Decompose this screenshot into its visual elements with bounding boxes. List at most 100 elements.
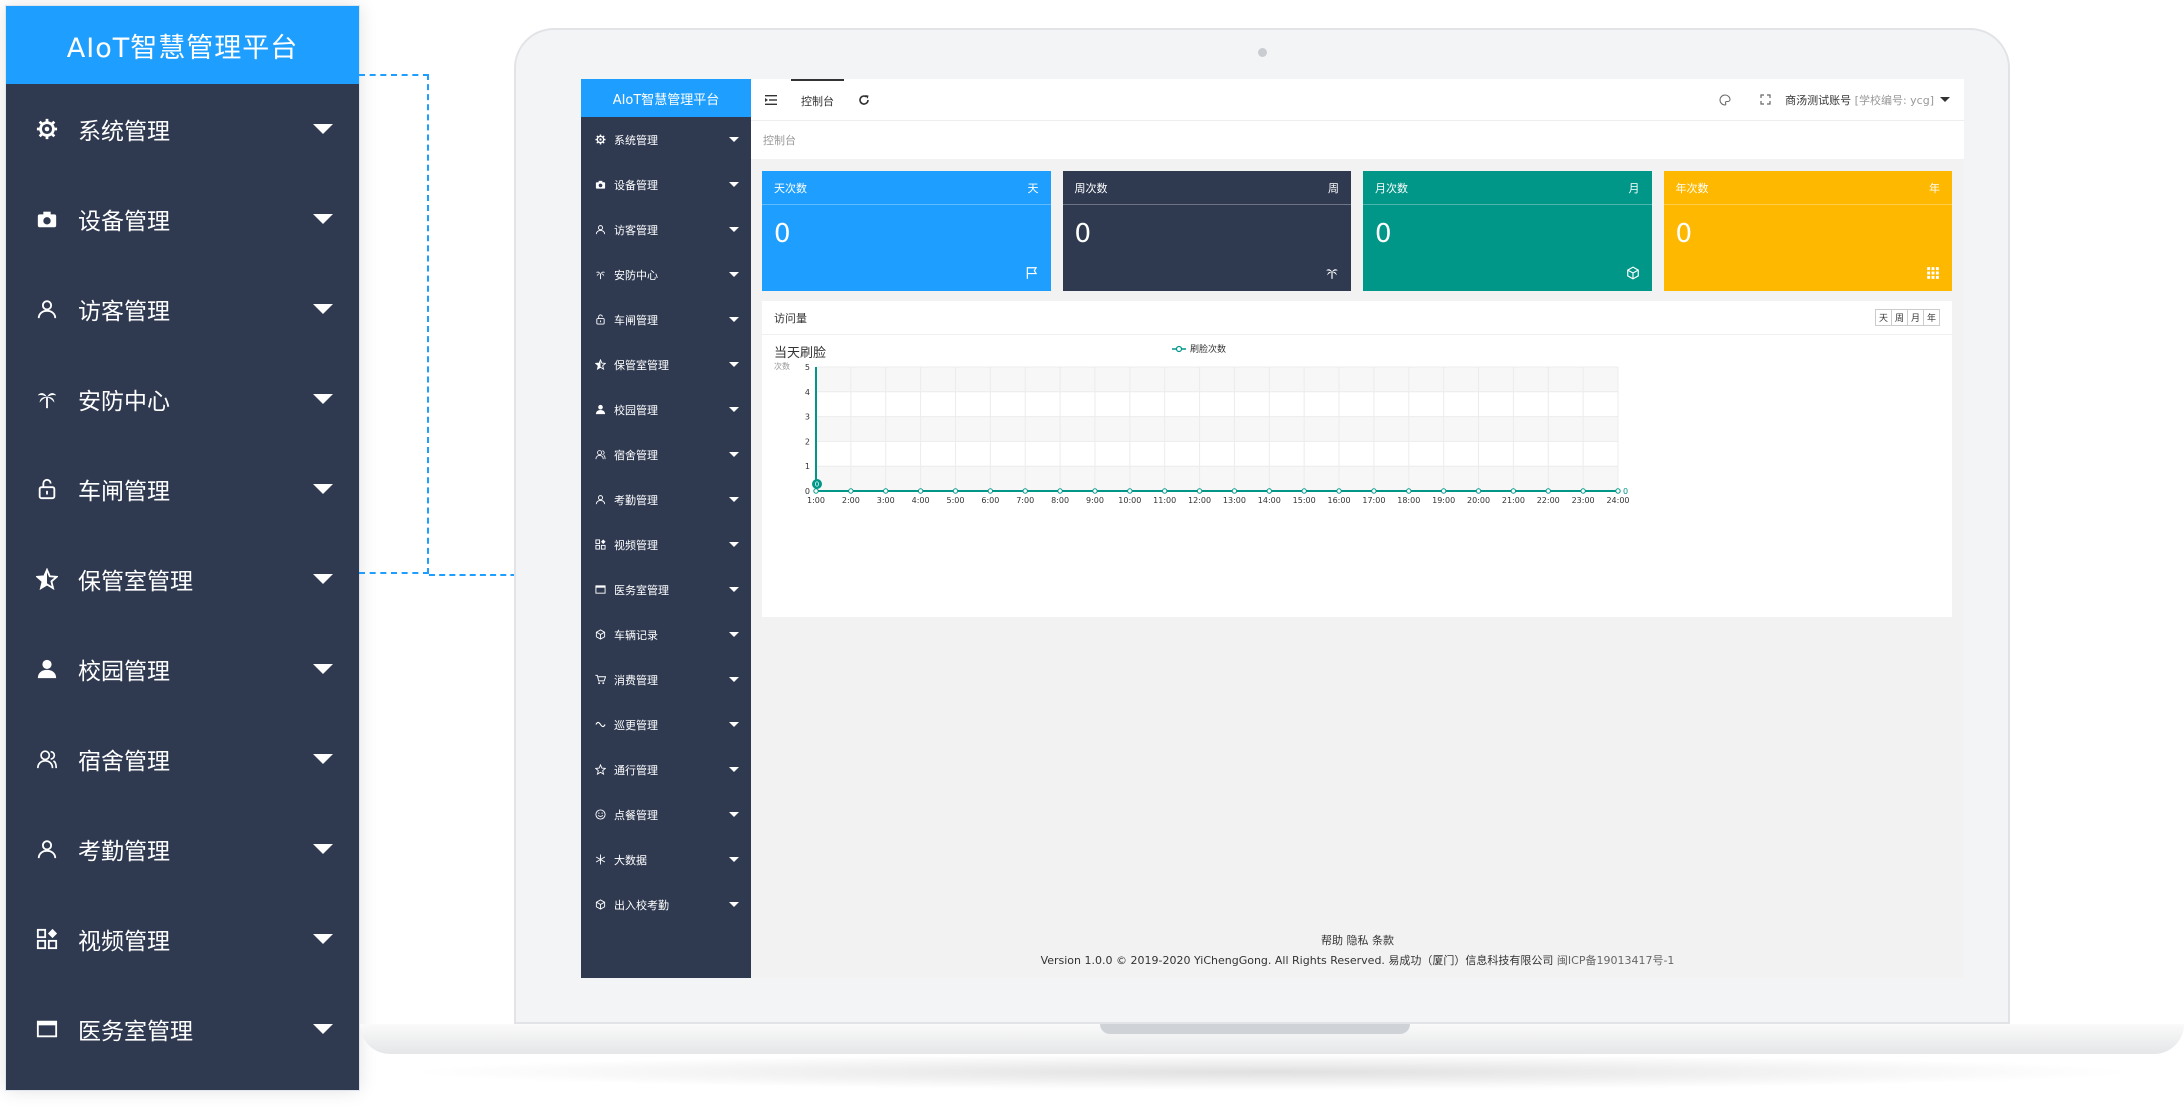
card-icon xyxy=(36,1018,58,1040)
icp-link[interactable]: 闽ICP备19013417号-1 xyxy=(1557,954,1675,967)
zoomed-sidebar-item[interactable]: 宿舍管理 xyxy=(6,714,359,804)
gear-icon xyxy=(595,134,606,145)
zoomed-sidebar-item-label: 访客管理 xyxy=(78,299,170,325)
chevron-down-icon xyxy=(313,394,333,404)
zoomed-sidebar-item-label: 安防中心 xyxy=(78,389,170,415)
sidebar-item[interactable]: 医务室管理 xyxy=(581,567,751,612)
sidebar-item[interactable]: 保管室管理 xyxy=(581,342,751,387)
menu-toggle-button[interactable] xyxy=(751,79,791,121)
footer-copyright: Version 1.0.0 © 2019-2020 YiChengGong. A… xyxy=(751,952,1964,968)
route-icon xyxy=(595,719,606,730)
x-tick-label: 3:00 xyxy=(877,496,895,505)
range-tab[interactable]: 月 xyxy=(1906,309,1924,326)
stat-card-value: 0 xyxy=(1375,219,1392,249)
range-tab[interactable]: 年 xyxy=(1922,309,1940,326)
x-tick-label: 13:00 xyxy=(1223,496,1246,505)
zoomed-sidebar-item[interactable]: 校园管理 xyxy=(6,624,359,714)
sidebar-item[interactable]: 考勤管理 xyxy=(581,477,751,522)
sidebar-item[interactable]: 通行管理 xyxy=(581,747,751,792)
data-point xyxy=(1161,488,1168,494)
data-point xyxy=(1196,488,1203,494)
user-icon xyxy=(595,224,606,235)
fullscreen-button[interactable] xyxy=(1745,79,1785,121)
sidebar-item-label: 点餐管理 xyxy=(614,808,658,822)
refresh-button[interactable] xyxy=(844,79,884,121)
sidebar: AIoT智慧管理平台 系统管理 设备管理 访客管理 安防中心 车闸管理 保管室管… xyxy=(581,79,751,978)
palette-icon xyxy=(1719,93,1731,106)
users-icon xyxy=(595,449,606,460)
zoomed-sidebar-item[interactable]: 访客管理 xyxy=(6,264,359,354)
sidebar-item[interactable]: 车辆记录 xyxy=(581,612,751,657)
zoomed-sidebar-item[interactable]: 车闸管理 xyxy=(6,444,359,534)
sidebar-item-label: 通行管理 xyxy=(614,763,658,777)
stat-card-value: 0 xyxy=(774,219,791,249)
range-tab[interactable]: 周 xyxy=(1890,309,1908,326)
sidebar-item[interactable]: 系统管理 xyxy=(581,117,751,162)
data-point xyxy=(952,488,959,494)
user-solid-icon xyxy=(36,658,58,680)
user-solid-icon xyxy=(595,404,606,415)
sidebar-item[interactable]: 设备管理 xyxy=(581,162,751,207)
tab-console[interactable]: 控制台 xyxy=(791,79,844,121)
y-tick-label: 5 xyxy=(805,363,810,372)
chevron-down-icon xyxy=(313,934,333,944)
last-point-label: 0 xyxy=(1623,487,1628,496)
chevron-down-icon xyxy=(729,677,739,682)
x-tick-label: 20:00 xyxy=(1467,496,1490,505)
cube-icon xyxy=(595,899,606,910)
y-tick-label: 1 xyxy=(805,462,810,471)
zoomed-sidebar-item[interactable]: 医务室管理 xyxy=(6,984,359,1074)
sidebar-item[interactable]: 出入校考勤 xyxy=(581,882,751,927)
zoomed-sidebar-item[interactable]: 设备管理 xyxy=(6,174,359,264)
x-tick-label: 9:00 xyxy=(1086,496,1104,505)
chevron-down-icon xyxy=(313,124,333,134)
chevron-down-icon[interactable] xyxy=(1940,97,1950,102)
chevron-down-icon xyxy=(729,902,739,907)
chevron-down-icon xyxy=(729,227,739,232)
zoomed-sidebar-item[interactable]: 保管室管理 xyxy=(6,534,359,624)
apps-icon xyxy=(595,539,606,550)
sidebar-item[interactable]: 巡更管理 xyxy=(581,702,751,747)
camera-icon xyxy=(36,208,58,230)
chevron-down-icon xyxy=(729,362,739,367)
sidebar-item[interactable]: 安防中心 xyxy=(581,252,751,297)
stat-card-tag: 年 xyxy=(1929,181,1940,195)
sidebar-item[interactable]: 访客管理 xyxy=(581,207,751,252)
zoomed-sidebar-item[interactable]: 视频管理 xyxy=(6,894,359,984)
sidebar-item[interactable]: 消费管理 xyxy=(581,657,751,702)
camera-icon xyxy=(595,179,606,190)
chevron-down-icon xyxy=(729,137,739,142)
laptop-shadow xyxy=(400,1054,2144,1090)
sidebar-item-label: 宿舍管理 xyxy=(614,448,658,462)
stat-card: 年次数 年 0 xyxy=(1663,171,1952,291)
stat-card: 月次数 月 0 xyxy=(1363,171,1652,291)
range-tab[interactable]: 天 xyxy=(1874,309,1892,326)
account-menu[interactable]: 商汤测试账号 [学校编号: ycg] xyxy=(1785,92,1934,108)
sidebar-item[interactable]: 校园管理 xyxy=(581,387,751,432)
sidebar-item[interactable]: 宿舍管理 xyxy=(581,432,751,477)
stat-card-title: 年次数 xyxy=(1675,181,1709,195)
y-tick-label: 0 xyxy=(805,487,810,496)
account-name: 商汤测试账号 xyxy=(1785,93,1852,107)
zoomed-sidebar-item-label: 保管室管理 xyxy=(78,569,193,595)
chevron-down-icon xyxy=(729,767,739,772)
stat-card-title: 天次数 xyxy=(774,181,807,195)
stat-card-title: 月次数 xyxy=(1375,181,1408,195)
sidebar-brand[interactable]: AIoT智慧管理平台 xyxy=(581,79,751,117)
sidebar-item[interactable]: 点餐管理 xyxy=(581,792,751,837)
zoomed-sidebar-item[interactable]: 安防中心 xyxy=(6,354,359,444)
visits-panel-title: 访问量 xyxy=(774,311,807,325)
zoomed-sidebar-item[interactable]: 考勤管理 xyxy=(6,804,359,894)
grid-band xyxy=(816,367,1618,392)
x-tick-label: 1:00 xyxy=(807,496,825,505)
footer-links[interactable]: 帮助 隐私 条款 xyxy=(751,932,1964,948)
theme-button[interactable] xyxy=(1705,79,1745,121)
zoomed-sidebar-item-label: 宿舍管理 xyxy=(78,749,170,775)
x-tick-label: 12:00 xyxy=(1188,496,1211,505)
sidebar-item[interactable]: 视频管理 xyxy=(581,522,751,567)
sidebar-item[interactable]: 车闸管理 xyxy=(581,297,751,342)
sidebar-item[interactable]: 大数据 xyxy=(581,837,751,882)
zoomed-sidebar-item[interactable]: 系统管理 xyxy=(6,84,359,174)
chart-ylabel: 次数 xyxy=(774,361,790,371)
cube-icon xyxy=(1626,265,1640,280)
